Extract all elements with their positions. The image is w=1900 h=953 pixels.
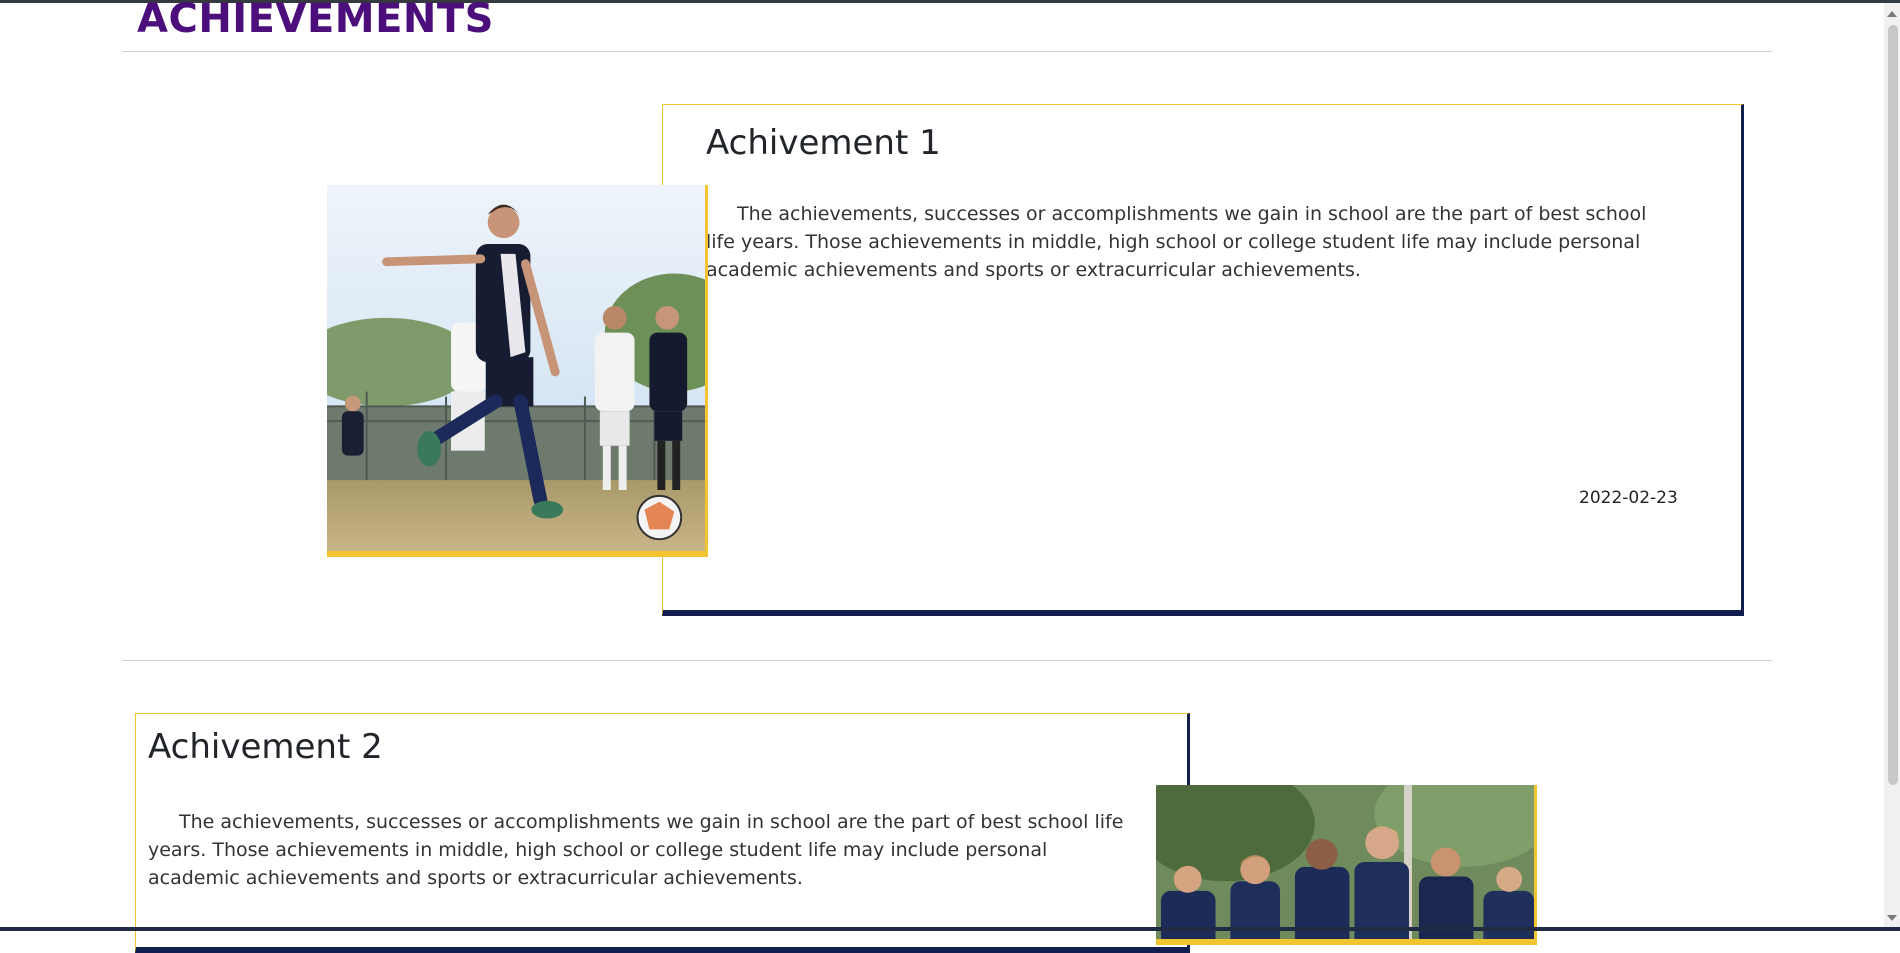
achievement-date: 2022-02-23 [1579, 488, 1678, 508]
achievement-card: Achivement 1 The achievements, successes… [662, 104, 1744, 616]
vertical-scrollbar[interactable] [1884, 3, 1900, 927]
divider [122, 51, 1772, 52]
team-photo [1156, 785, 1537, 945]
scrollbar-thumb[interactable] [1888, 25, 1898, 785]
divider [122, 660, 1772, 661]
page-title: ACHIEVEMENTS [137, 0, 494, 42]
achievement-card: Achivement 2 The achievements, successes… [135, 713, 1190, 953]
scroll-down-icon[interactable] [1887, 915, 1897, 921]
scroll-up-icon[interactable] [1887, 11, 1897, 17]
achievement-description: The achievements, successes or accomplis… [148, 811, 1124, 889]
window-bottom-border [0, 927, 1900, 931]
achievement-description: The achievements, successes or accomplis… [706, 203, 1647, 281]
achievement-title: Achivement 1 [706, 123, 941, 163]
achievement-title: Achivement 2 [148, 727, 383, 767]
soccer-photo [327, 185, 708, 557]
